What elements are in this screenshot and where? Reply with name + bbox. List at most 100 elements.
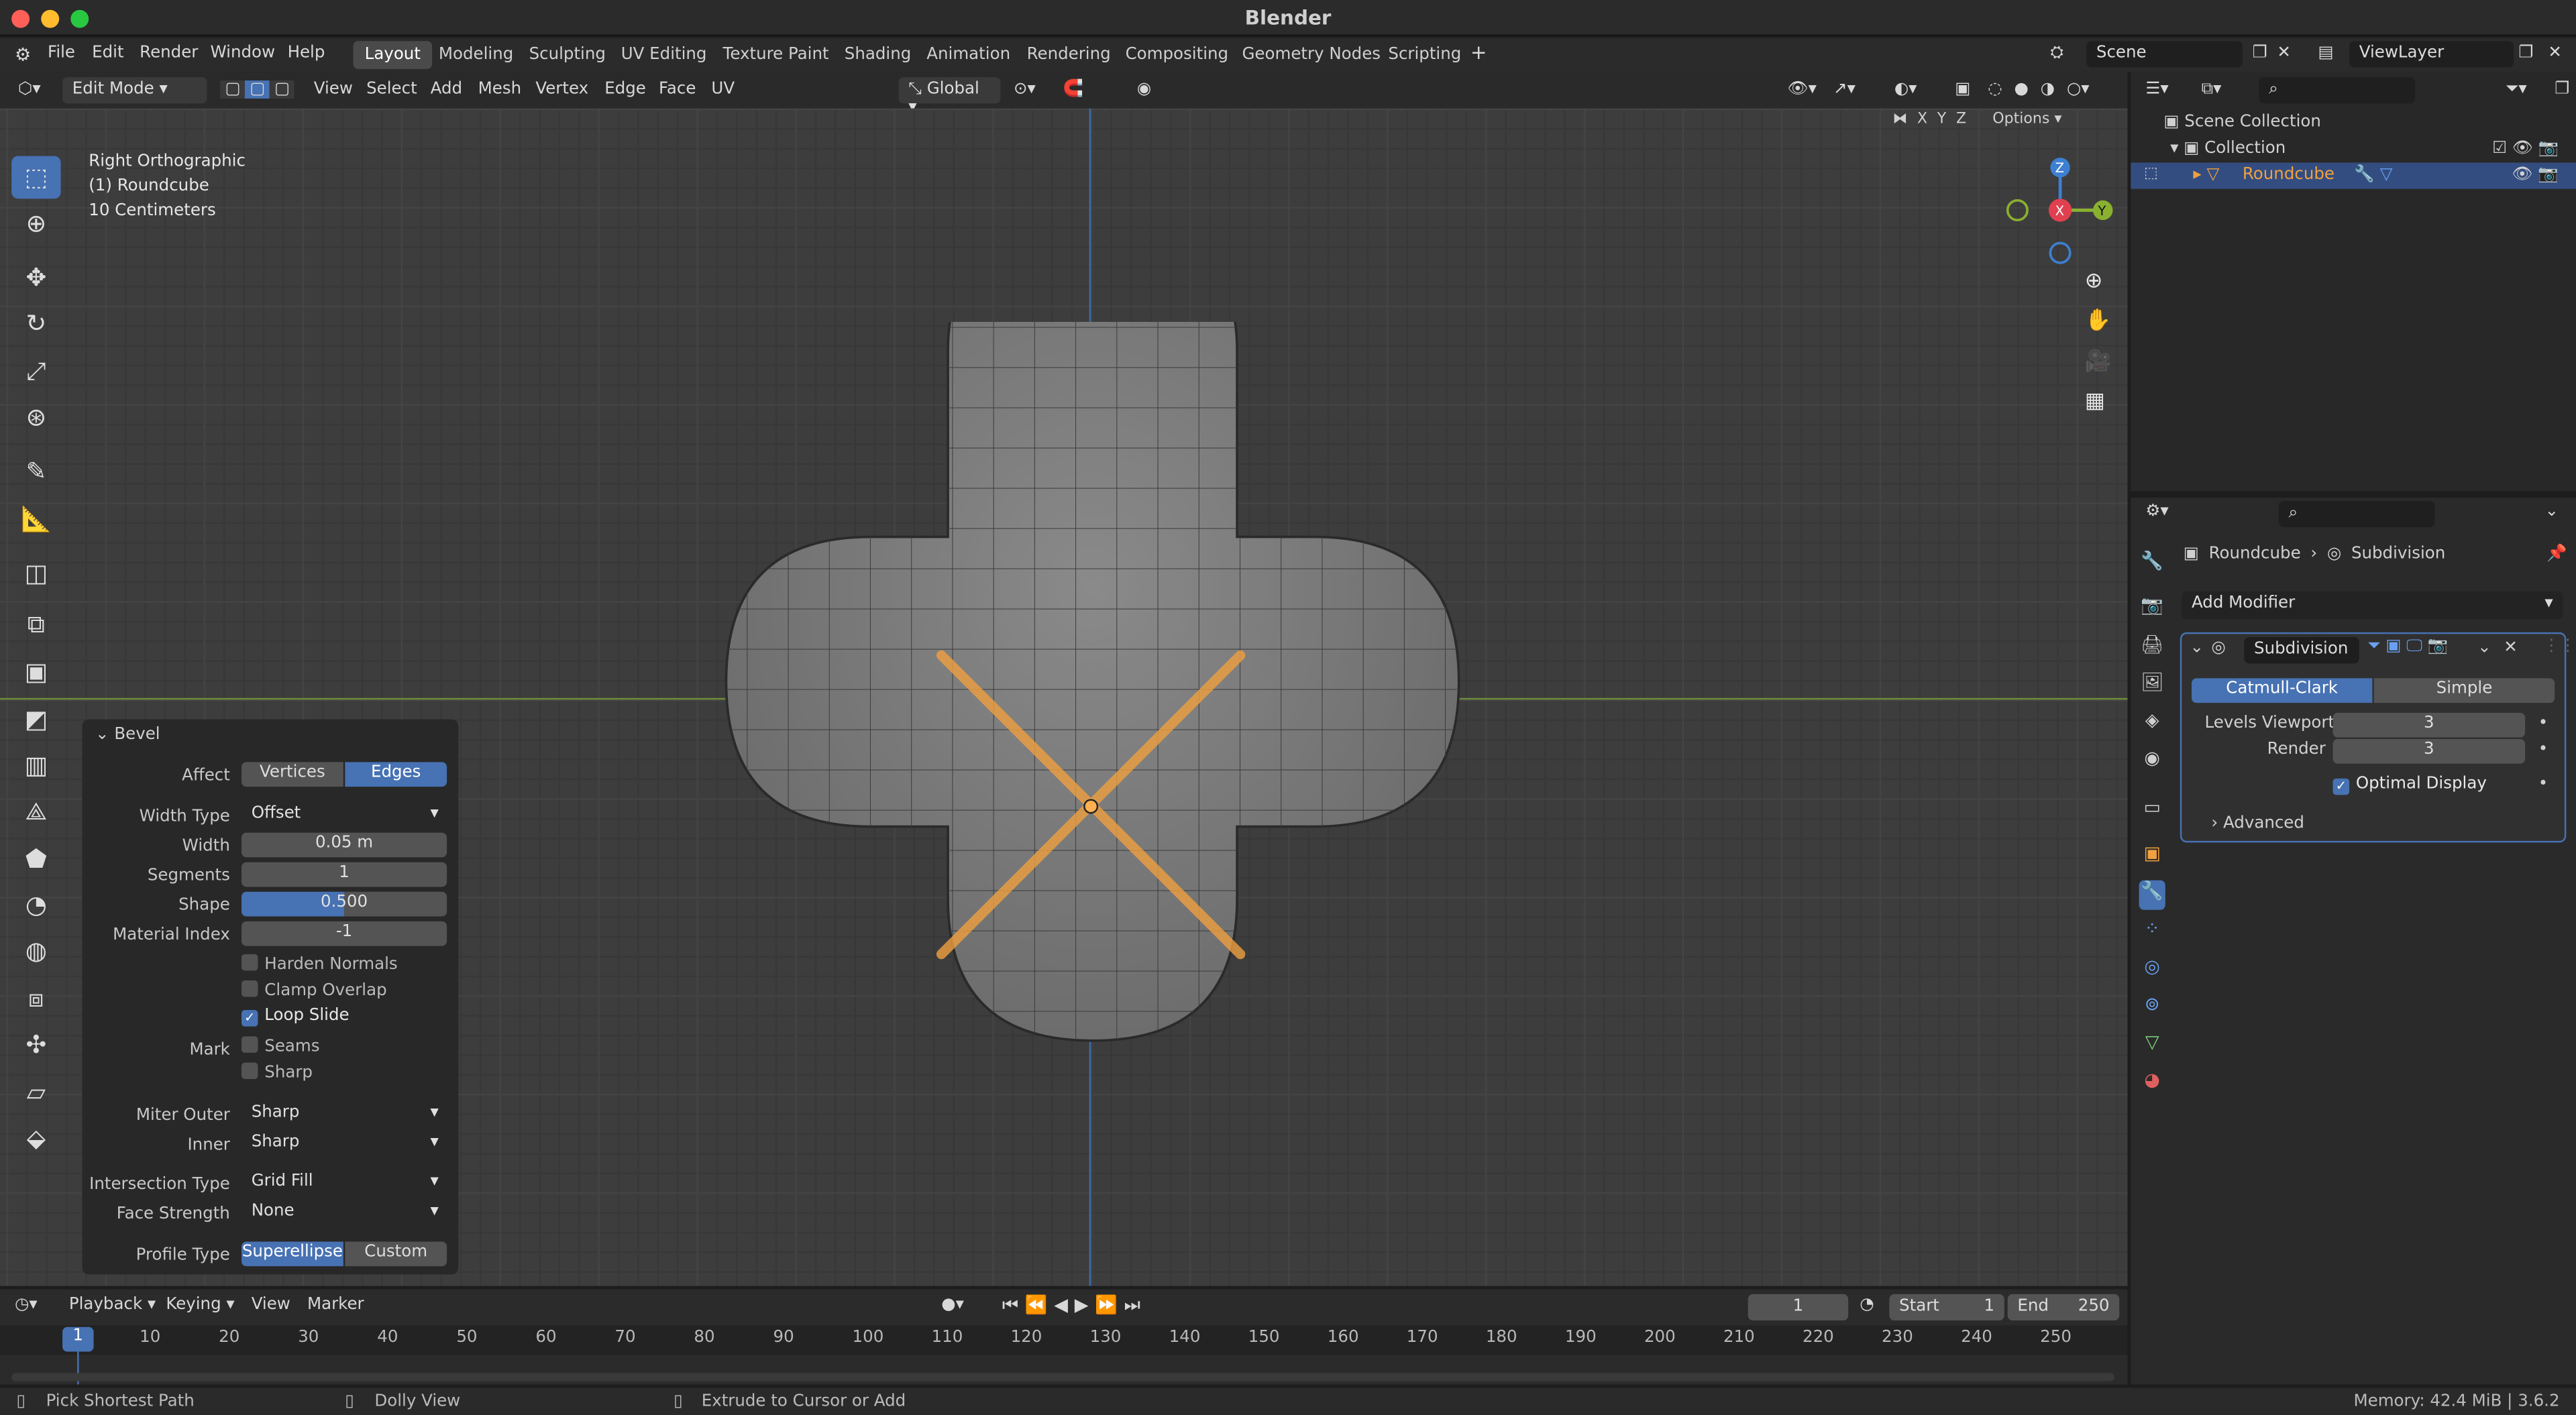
modifier-wrench-icon[interactable]: 🔧 ▽ bbox=[2354, 166, 2392, 184]
navigation-gizmo[interactable]: Z Y X bbox=[2004, 154, 2119, 269]
scene-collection-row[interactable]: ▣ Scene Collection bbox=[2163, 113, 2321, 131]
modifier-name-field[interactable]: Subdivision bbox=[2244, 637, 2359, 664]
solid-shading-icon[interactable]: ● bbox=[2014, 80, 2028, 99]
tab-shading[interactable]: Shading bbox=[833, 41, 923, 69]
menu-playback[interactable]: Playback ▾ bbox=[69, 1296, 156, 1314]
menu-help[interactable]: Help bbox=[288, 44, 325, 62]
tab-uv-editing[interactable]: UV Editing bbox=[610, 41, 718, 69]
tab-modeling[interactable]: Modeling bbox=[427, 41, 525, 69]
profile-custom-button[interactable]: Custom bbox=[345, 1241, 447, 1267]
pin-icon[interactable]: 📌 bbox=[2546, 545, 2567, 563]
transform-tool-icon[interactable]: ⊛ bbox=[11, 396, 60, 439]
tab-geometry-nodes[interactable]: Geometry Nodes bbox=[1230, 41, 1392, 69]
tab-rendering[interactable]: Rendering bbox=[1015, 41, 1122, 69]
new-collection-icon[interactable]: ❐ bbox=[2555, 80, 2569, 99]
proportional-edit-icon[interactable]: ◉ bbox=[1137, 80, 1151, 99]
output-tab-icon[interactable]: 🖨 bbox=[2139, 634, 2165, 663]
current-frame-field[interactable]: 1 bbox=[1748, 1294, 1849, 1320]
intersection-type-dropdown[interactable]: Grid Fill ▾ bbox=[241, 1171, 447, 1196]
collapse-icon[interactable]: ⌄ bbox=[2190, 639, 2204, 657]
scene-icon[interactable]: ⛭ bbox=[2050, 44, 2063, 62]
cursor-tool-icon[interactable]: ⊕ bbox=[11, 202, 60, 245]
tab-texture-paint[interactable]: Texture Paint bbox=[711, 41, 840, 69]
menu-view[interactable]: View bbox=[314, 80, 353, 99]
filter-icon[interactable]: ⏷▾ bbox=[2506, 80, 2527, 99]
tab-scripting[interactable]: Scripting bbox=[1377, 41, 1472, 69]
delete-scene-icon[interactable]: ✕ bbox=[2277, 44, 2291, 62]
menu-edge[interactable]: Edge bbox=[604, 80, 646, 99]
visibility-toggles[interactable]: 👁 📷 bbox=[2512, 166, 2559, 184]
mirror-y[interactable]: Y bbox=[1937, 112, 1946, 128]
physics-tab-icon[interactable]: ◎ bbox=[2139, 956, 2165, 985]
tab-compositing[interactable]: Compositing bbox=[1114, 41, 1240, 69]
width-type-dropdown[interactable]: Offset ▾ bbox=[241, 803, 447, 828]
mirror-icon[interactable]: ⧓ bbox=[1892, 112, 1907, 128]
menu-face[interactable]: Face bbox=[659, 80, 696, 99]
menu-window[interactable]: Window bbox=[210, 44, 275, 62]
harden-normals-checkbox[interactable]: Harden Normals bbox=[241, 954, 398, 974]
tab-animation[interactable]: Animation bbox=[915, 41, 1022, 69]
miter-outer-dropdown[interactable]: Sharp ▾ bbox=[241, 1102, 447, 1127]
outliner-editor-icon[interactable]: ☰▾ bbox=[2145, 80, 2168, 99]
menu-select[interactable]: Select bbox=[366, 80, 417, 99]
collection-checkbox[interactable]: ☑ 👁 📷 bbox=[2492, 139, 2559, 158]
zoom-icon[interactable]: ⊕ bbox=[2085, 270, 2103, 294]
breadcrumb-modifier[interactable]: Subdivision bbox=[2351, 545, 2445, 563]
menu-add[interactable]: Add bbox=[431, 80, 462, 99]
width-field[interactable]: 0.05 m bbox=[241, 832, 447, 858]
wireframe-shading-icon[interactable]: ◌ bbox=[1988, 80, 2002, 99]
rotate-tool-icon[interactable]: ↻ bbox=[11, 302, 60, 345]
tab-layout[interactable]: Layout bbox=[353, 41, 433, 69]
viewlayer-icon[interactable]: ▤ bbox=[2318, 44, 2334, 62]
properties-search[interactable]: ⌕ bbox=[2278, 500, 2435, 528]
start-frame-field[interactable]: Start 1 bbox=[1889, 1294, 2004, 1320]
visibility-icon[interactable]: 👁▾ bbox=[1788, 80, 1817, 99]
edge-slide-tool-icon[interactable]: ⧈ bbox=[11, 977, 60, 1020]
profile-superellipse-button[interactable]: Superellipse bbox=[241, 1241, 343, 1267]
modifier-tab-icon[interactable]: 🔧 bbox=[2139, 880, 2165, 910]
knife-tool-icon[interactable]: ⟁ bbox=[11, 790, 60, 833]
loop-slide-checkbox[interactable]: ✓ Loop Slide bbox=[241, 1007, 350, 1027]
properties-options-icon[interactable]: ⌄ bbox=[2545, 502, 2559, 520]
scene-tab-icon[interactable]: ◈ bbox=[2139, 710, 2165, 739]
menu-keying[interactable]: Keying ▾ bbox=[166, 1296, 234, 1314]
end-frame-field[interactable]: End 250 bbox=[2007, 1294, 2120, 1320]
extrude-tool-icon[interactable]: ⧉ bbox=[11, 603, 60, 646]
pan-hand-icon[interactable]: ✋ bbox=[2085, 308, 2112, 333]
catmull-clark-button[interactable]: Catmull-Clark bbox=[2191, 678, 2373, 703]
delete-viewlayer-icon[interactable]: ✕ bbox=[2548, 44, 2562, 62]
levels-keyframe-dot[interactable]: • bbox=[2538, 714, 2548, 732]
menu-timeline-view[interactable]: View bbox=[252, 1296, 290, 1314]
drag-handle-icon[interactable]: ⋮⋮ bbox=[2543, 637, 2576, 655]
remove-modifier-icon[interactable]: ✕ bbox=[2504, 639, 2518, 657]
add-workspace-icon[interactable]: + bbox=[1470, 41, 1487, 64]
shear-tool-icon[interactable]: ▱ bbox=[11, 1071, 60, 1114]
render-tab-icon[interactable]: 📷 bbox=[2139, 595, 2165, 624]
orientation-dropdown[interactable]: ⤡ Global ▾ bbox=[898, 77, 1001, 117]
snap-icon[interactable]: 🧲 bbox=[1063, 80, 1083, 99]
material-index-field[interactable]: -1 bbox=[241, 921, 447, 946]
tab-sculpting[interactable]: Sculpting bbox=[517, 41, 617, 69]
playback-controls[interactable]: ⏮⏪◀▶⏩⏭ bbox=[1002, 1294, 1147, 1317]
mark-sharp-checkbox[interactable]: Sharp bbox=[241, 1062, 313, 1082]
menu-render[interactable]: Render bbox=[140, 44, 198, 62]
timeline-editor-icon[interactable]: ◷▾ bbox=[15, 1296, 38, 1314]
menu-mesh[interactable]: Mesh bbox=[478, 80, 521, 99]
display-mode-icon[interactable]: ⧉▾ bbox=[2202, 80, 2222, 99]
edge-select-icon[interactable]: ▢ bbox=[244, 80, 270, 99]
particles-tab-icon[interactable]: ⁘ bbox=[2139, 918, 2165, 948]
miter-inner-dropdown[interactable]: Sharp ▾ bbox=[241, 1131, 447, 1157]
options-dropdown[interactable]: Options ▾ bbox=[1992, 112, 2061, 128]
rip-tool-icon[interactable]: ⬙ bbox=[11, 1117, 60, 1159]
3d-viewport[interactable]: Right Orthographic (1) Roundcube 10 Cent… bbox=[0, 108, 2128, 1286]
loop-cut-tool-icon[interactable]: ▥ bbox=[11, 744, 60, 787]
mirror-x[interactable]: X bbox=[1917, 112, 1927, 128]
face-select-icon[interactable]: ▢ bbox=[269, 80, 295, 99]
new-viewlayer-icon[interactable]: ❐ bbox=[2518, 44, 2533, 62]
bevel-tool-icon[interactable]: ◩ bbox=[11, 698, 60, 741]
measure-tool-icon[interactable]: 📐 bbox=[11, 498, 60, 541]
outliner-search[interactable]: ⌕ bbox=[2259, 77, 2416, 104]
blender-logo-icon[interactable]: ⚙ bbox=[15, 44, 31, 66]
camera-view-icon[interactable]: 🎥 bbox=[2085, 350, 2112, 375]
editor-type-icon[interactable]: ⬡▾ bbox=[18, 80, 41, 99]
